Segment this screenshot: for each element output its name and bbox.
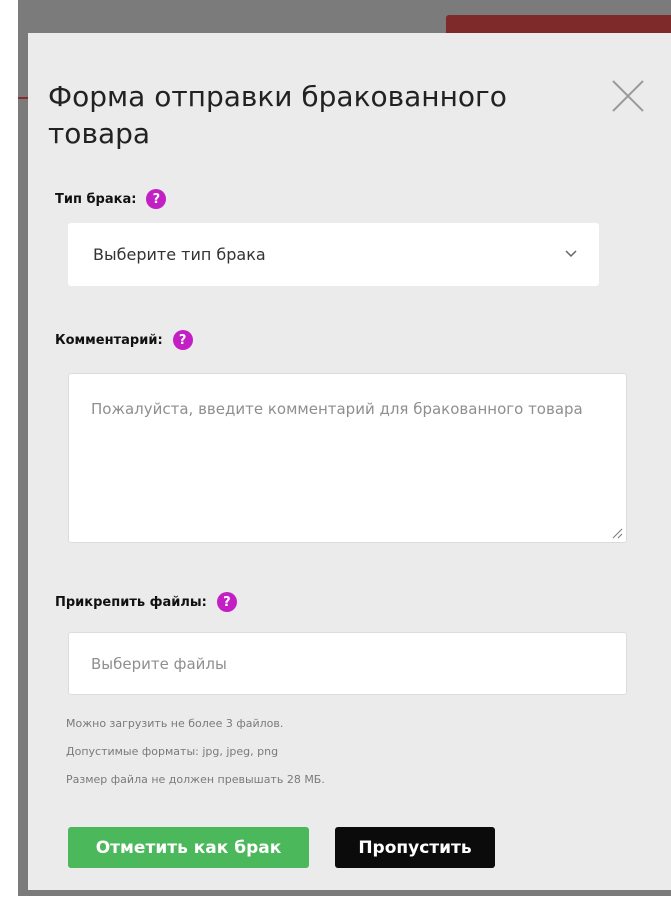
defect-type-help-icon[interactable]: ? [146,189,167,209]
backdrop-bottom-edge [0,896,671,914]
defect-type-label-text: Тип брака: [55,191,137,207]
attachment-hint-formats: Допустимые форматы: jpg, jpeg, png [66,745,279,758]
comment-label: Комментарий: ? [55,330,193,350]
attachment-hint-count: Можно загрузить не более 3 файлов. [66,717,284,730]
skip-button[interactable]: Пропустить [335,827,495,868]
attachments-label: Прикрепить файлы: ? [55,592,237,612]
resize-handle-icon[interactable] [611,527,623,539]
comment-help-icon[interactable]: ? [172,330,193,350]
close-button[interactable] [610,78,646,114]
comment-textarea[interactable]: Пожалуйста, введите комментарий для брак… [68,373,627,543]
comment-placeholder: Пожалуйста, введите комментарий для брак… [91,400,583,418]
defect-form-modal: Форма отправки бракованного товара Тип б… [28,33,671,890]
modal-title: Форма отправки бракованного товара [48,80,507,150]
attachment-hint-size: Размер файла не должен превышать 28 МБ. [66,773,325,786]
file-upload-placeholder: Выберите файлы [91,654,227,673]
defect-type-selected-value: Выберите тип брака [93,245,266,264]
attachments-help-icon[interactable]: ? [216,592,237,612]
mark-as-defect-button[interactable]: Отметить как брак [68,827,309,868]
defect-type-label: Тип брака: ? [55,189,167,209]
file-upload-input[interactable]: Выберите файлы [68,632,627,695]
chevron-down-icon [565,250,577,258]
attachments-label-text: Прикрепить файлы: [55,594,207,610]
comment-label-text: Комментарий: [55,332,163,348]
close-icon [612,80,644,112]
defect-type-select[interactable]: Выберите тип брака [68,223,599,286]
backdrop-left-edge [0,0,18,914]
